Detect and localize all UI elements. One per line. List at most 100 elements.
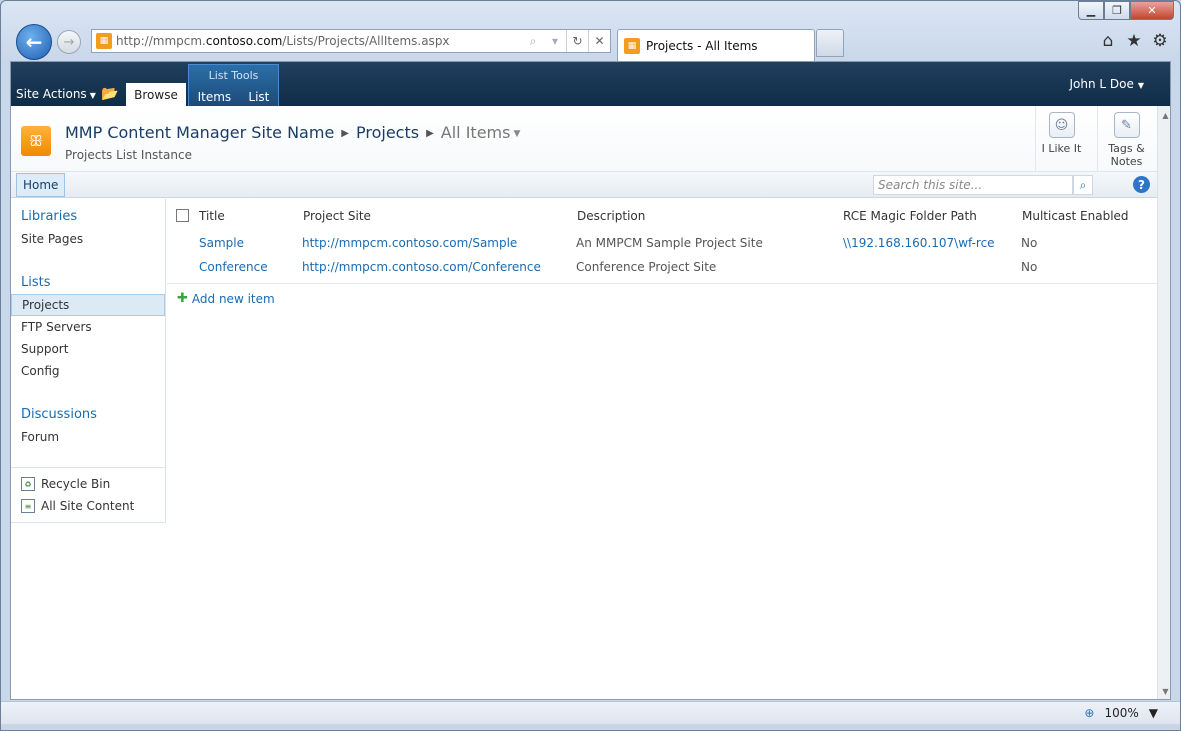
search-input[interactable]: Search this site... [873, 175, 1073, 195]
url-host: contoso.com [205, 34, 283, 48]
page-description: Projects List Instance [65, 148, 192, 162]
caret-down-icon[interactable]: ▼ [513, 129, 520, 139]
caret-down-icon[interactable]: ▼ [1149, 706, 1158, 720]
recycle-bin-icon: ♻ [21, 477, 35, 491]
user-menu[interactable]: John L Doe ▼ [1069, 77, 1144, 91]
table-row[interactable]: Sample http://mmpcm.contoso.com/Sample A… [167, 233, 1157, 255]
stop-button[interactable]: ✕ [588, 30, 610, 52]
breadcrumb-separator-icon: ▶ [341, 128, 349, 139]
nav-heading-lists[interactable]: Lists [21, 275, 51, 290]
zoom-level: 100% [1104, 706, 1139, 720]
help-icon[interactable]: ? [1133, 176, 1150, 193]
row-project-site-link[interactable]: http://mmpcm.contoso.com/Sample [302, 236, 517, 250]
tab-browse[interactable]: Browse [126, 83, 186, 106]
tags-notes-button[interactable]: ✎ Tags & Notes [1097, 106, 1155, 172]
breadcrumb-site[interactable]: MMP Content Manager Site Name [65, 123, 334, 142]
list-header-row: Title Project Site Description RCE Magic… [167, 206, 1157, 228]
select-all-checkbox[interactable] [176, 209, 189, 222]
tag-like-icon: ☺ [1048, 112, 1075, 138]
scroll-down-icon[interactable]: ▼ [1158, 684, 1170, 699]
ribbon-bar: Site Actions ▼ 📂 Browse List Tools Items … [11, 62, 1170, 106]
zoom-control[interactable]: ⊕ 100% ▼ [1084, 706, 1158, 720]
tab-list[interactable]: List [248, 90, 269, 104]
forward-button[interactable]: → [57, 30, 81, 54]
browser-window: ▁ ❐ ✕ ← → ▦ http://mmpcm.contoso.com/Lis… [0, 0, 1181, 731]
back-button[interactable]: ← [16, 24, 52, 60]
new-tab-button[interactable] [816, 29, 844, 57]
column-header-project-site[interactable]: Project Site [303, 209, 371, 223]
top-navigation: Home Search this site... ⌕ ? [11, 172, 1157, 198]
quick-launch: Libraries Site Pages Lists Projects FTP … [11, 199, 166, 523]
nav-item-site-pages[interactable]: Site Pages [11, 228, 165, 250]
row-title-link[interactable]: Sample [199, 236, 244, 250]
i-like-it-button[interactable]: ☺ I Like It [1035, 106, 1087, 172]
site-logo-icon[interactable]: ꕥ [21, 126, 51, 156]
row-title-link[interactable]: Conference [199, 260, 268, 274]
list-tools-label: List Tools [208, 69, 259, 82]
home-icon[interactable]: ⌂ [1098, 31, 1118, 51]
scroll-up-icon[interactable]: ▲ [1158, 108, 1170, 123]
refresh-button[interactable]: ↻ [566, 30, 588, 52]
address-url[interactable]: http://mmpcm.contoso.com/Lists/Projects/… [116, 34, 522, 48]
tab-home[interactable]: Home [16, 173, 66, 197]
url-path: /Lists/Projects/AllItems.aspx [282, 34, 450, 48]
status-bar: ⊕ 100% ▼ [1, 701, 1180, 724]
row-description: Conference Project Site [576, 260, 717, 274]
browser-toolbar: ⌂ ★ ⚙ [1098, 31, 1170, 51]
row-multicast: No [1021, 260, 1038, 274]
table-row[interactable]: Conference http://mmpcm.contoso.com/Conf… [167, 257, 1157, 279]
column-header-title[interactable]: Title [199, 209, 225, 223]
dropdown-arrow-icon[interactable]: ▾ [544, 30, 566, 52]
all-site-content-label: All Site Content [41, 499, 135, 513]
column-header-rce-path[interactable]: RCE Magic Folder Path [843, 209, 977, 223]
row-multicast: No [1021, 236, 1038, 250]
row-rce-path-link[interactable]: \\192.168.160.107\wf-rce [843, 236, 995, 250]
tags-notes-label-line1: Tags & [1108, 142, 1145, 155]
tags-notes-icon: ✎ [1113, 112, 1140, 138]
plus-icon: ✚ [177, 291, 188, 306]
column-header-description[interactable]: Description [577, 209, 645, 223]
navigate-up-icon[interactable]: 📂 [101, 86, 118, 102]
tab-items[interactable]: Items [198, 90, 232, 104]
tags-notes-label-line2: Notes [1110, 155, 1143, 168]
address-bar[interactable]: ▦ http://mmpcm.contoso.com/Lists/Project… [91, 29, 611, 53]
nav-item-forum[interactable]: Forum [11, 426, 165, 448]
nav-item-config[interactable]: Config [11, 360, 165, 382]
window-bottom-edge [1, 725, 1180, 730]
search-icon[interactable]: ⌕ [1073, 175, 1093, 195]
arrow-left-icon: ← [25, 30, 43, 54]
site-actions-label: Site Actions [16, 87, 87, 101]
caret-down-icon: ▼ [1137, 81, 1144, 90]
nav-item-ftp-servers[interactable]: FTP Servers [11, 316, 165, 338]
favorites-star-icon[interactable]: ★ [1124, 31, 1144, 51]
nav-heading-discussions[interactable]: Discussions [21, 407, 97, 422]
nav-item-support[interactable]: Support [11, 338, 165, 360]
vertical-scrollbar[interactable]: ▲ ▼ [1157, 106, 1170, 699]
browser-tab-active[interactable]: ▦ Projects - All Items [617, 29, 815, 61]
row-description: An MMPCM Sample Project Site [576, 236, 763, 250]
nav-item-projects[interactable]: Projects [11, 294, 165, 316]
search-icon[interactable]: ⌕ [522, 30, 544, 52]
breadcrumb-view[interactable]: All Items [441, 123, 511, 142]
list-divider [167, 283, 1157, 284]
sharepoint-favicon-icon: ▦ [96, 33, 112, 49]
all-site-content-link[interactable]: ≡ All Site Content [21, 499, 134, 513]
add-new-item-label: Add new item [191, 291, 275, 306]
close-window-button[interactable]: ✕ [1130, 1, 1174, 20]
caret-down-icon: ▼ [89, 91, 96, 100]
nav-heading-libraries[interactable]: Libraries [21, 209, 77, 224]
minimize-button[interactable]: ▁ [1078, 1, 1104, 20]
maximize-button[interactable]: ❐ [1104, 1, 1130, 20]
i-like-it-label: I Like It [1041, 142, 1082, 155]
window-controls: ▁ ❐ ✕ [1078, 1, 1174, 20]
zoom-magnifier-icon: ⊕ [1084, 706, 1095, 720]
column-header-multicast[interactable]: Multicast Enabled [1022, 209, 1129, 223]
settings-gear-icon[interactable]: ⚙ [1150, 31, 1170, 51]
breadcrumb-list[interactable]: Projects [356, 123, 419, 142]
row-project-site-link[interactable]: http://mmpcm.contoso.com/Conference [302, 260, 541, 274]
sharepoint-favicon-icon: ▦ [624, 37, 640, 54]
add-new-item-link[interactable]: ✚ Add new item [177, 291, 275, 306]
recycle-bin-link[interactable]: ♻ Recycle Bin [21, 477, 110, 491]
recycle-bin-label: Recycle Bin [41, 477, 111, 491]
site-actions-menu[interactable]: Site Actions ▼ [16, 87, 96, 101]
